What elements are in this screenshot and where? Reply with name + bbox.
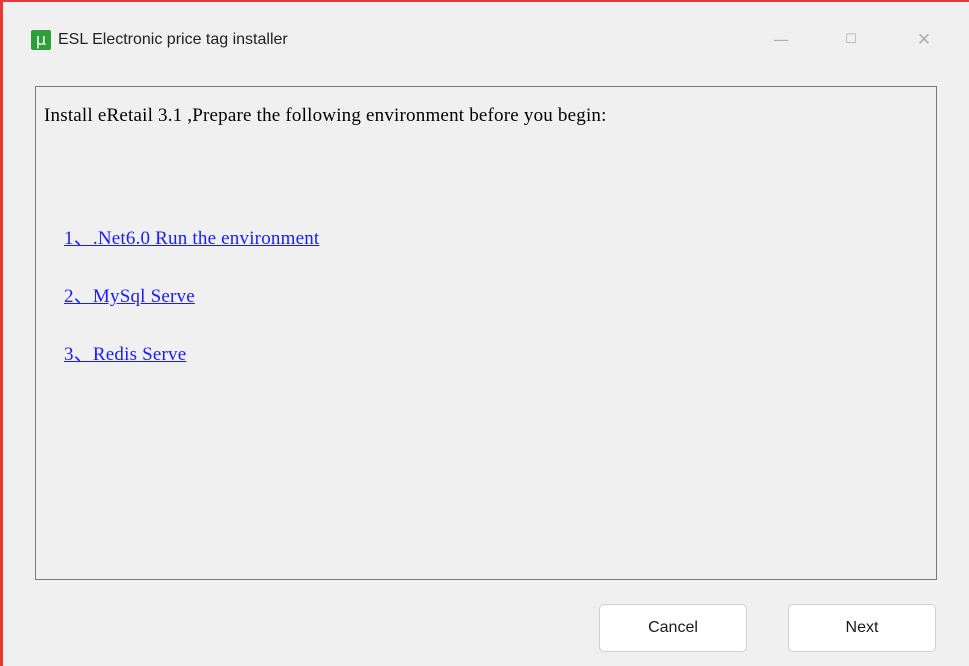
dotnet-runtime-link[interactable]: 1、.Net6.0 Run the environment bbox=[64, 223, 319, 250]
content-panel: Install eRetail 3.1 ,Prepare the followi… bbox=[35, 86, 937, 580]
mysql-serve-link[interactable]: 2、MySql Serve bbox=[64, 281, 195, 308]
next-button[interactable]: Next bbox=[788, 604, 936, 652]
intro-text: Install eRetail 3.1 ,Prepare the followi… bbox=[44, 105, 607, 126]
redis-serve-link[interactable]: 3、Redis Serve bbox=[64, 339, 186, 366]
title-bar[interactable]: μ ESL Electronic price tag installer — ☐… bbox=[3, 2, 969, 82]
app-icon: μ bbox=[31, 30, 51, 50]
maximize-button[interactable]: ☐ bbox=[828, 20, 874, 60]
minimize-button[interactable]: — bbox=[758, 20, 804, 60]
cancel-button[interactable]: Cancel bbox=[599, 604, 747, 652]
window-title: ESL Electronic price tag installer bbox=[58, 31, 288, 48]
installer-window: μ ESL Electronic price tag installer — ☐… bbox=[0, 0, 969, 666]
close-button[interactable]: ✕ bbox=[901, 20, 947, 60]
